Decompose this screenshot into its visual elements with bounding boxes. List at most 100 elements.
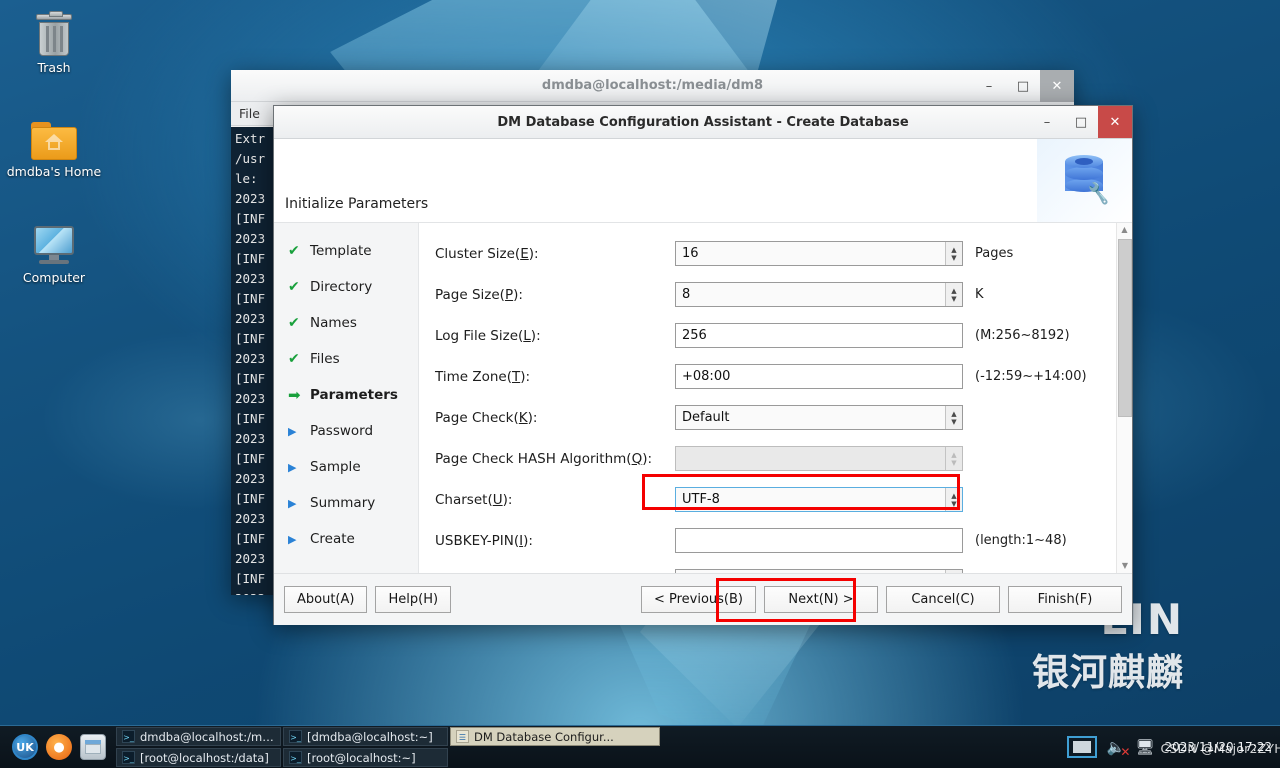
charset-input[interactable] <box>675 487 963 512</box>
terminal-minimize-button[interactable]: – <box>972 70 1006 102</box>
dca-title: DM Database Configuration Assistant - Cr… <box>497 114 909 130</box>
step-label: Create <box>310 531 355 547</box>
terminal-title: dmdba@localhost:/media/dm8 <box>541 78 764 93</box>
charset-control[interactable]: ▲▼ <box>675 487 963 512</box>
computer-icon <box>32 226 76 266</box>
parameters-form: Cluster Size(E): ▲▼ Pages Page Size(P): … <box>419 223 1132 573</box>
terminal-menu-file[interactable]: File <box>239 106 260 121</box>
terminal-close-button[interactable]: ✕ <box>1040 70 1074 102</box>
task-button[interactable]: >_ [root@localhost:~] <box>283 748 448 767</box>
previous-button[interactable]: < Previous(B) <box>640 586 756 613</box>
field-label: Charset(U): <box>435 491 513 508</box>
step-parameters[interactable]: ➡ Parameters <box>288 377 418 413</box>
desktop-icon-computer[interactable]: Computer <box>0 226 108 285</box>
step-label: Parameters <box>310 387 398 403</box>
desktop-icon-trash[interactable]: Trash <box>0 11 108 75</box>
step-label: Names <box>310 315 357 331</box>
usbkey-pin-control[interactable] <box>675 528 963 553</box>
workspace-pager[interactable] <box>1066 736 1097 758</box>
dca-window-buttons: – □ ✕ <box>1030 106 1132 138</box>
terminal-titlebar[interactable]: dmdba@localhost:/media/dm8 – □ ✕ <box>231 70 1074 102</box>
scroll-down-icon[interactable]: ▼ <box>1117 559 1132 573</box>
step-files[interactable]: ✔ Files <box>288 341 418 377</box>
step-password[interactable]: ▶ Password <box>288 413 418 449</box>
firefox-icon[interactable]: ● <box>46 734 72 760</box>
cancel-button[interactable]: Cancel(C) <box>886 586 1000 613</box>
network-icon[interactable]: 🖥 <box>1135 738 1154 756</box>
terminal-icon: >_ <box>122 751 135 764</box>
desktop-icon-home[interactable]: dmdba's Home <box>0 122 108 179</box>
dca-close-button[interactable]: ✕ <box>1098 106 1132 138</box>
terminal-icon: >_ <box>289 751 302 764</box>
step-label: Password <box>310 423 374 439</box>
step-check-icon: ✔ <box>288 351 300 367</box>
kylin-start-icon[interactable]: UK <box>12 734 38 760</box>
dca-minimize-button[interactable]: – <box>1030 106 1064 138</box>
time-zone-input[interactable] <box>675 364 963 389</box>
form-scrollbar[interactable]: ▲ ▼ <box>1116 223 1132 573</box>
scrollbar-thumb[interactable] <box>1118 239 1132 417</box>
dca-maximize-button[interactable]: □ <box>1064 106 1098 138</box>
step-summary[interactable]: ▶ Summary <box>288 485 418 521</box>
scroll-up-icon[interactable]: ▲ <box>1117 223 1132 237</box>
task-button-active[interactable]: ☰ DM Database Configur... <box>450 727 660 746</box>
step-label: Summary <box>310 495 376 511</box>
cluster-size-input[interactable] <box>675 241 963 266</box>
step-template[interactable]: ✔ Template <box>288 233 418 269</box>
taskbar: UK ● >_ dmdba@localhost:/me... >_ [root@… <box>0 725 1280 768</box>
field-label: Cluster Size(E): <box>435 245 539 262</box>
field-row-usbkey-pin: USBKEY-PIN(I): (length:1~48) <box>419 520 1132 561</box>
volume-muted-icon[interactable]: 🔈 ✕ <box>1107 738 1131 759</box>
time-zone-control[interactable] <box>675 364 963 389</box>
taskbar-clock[interactable]: 2023/11/20 17:22 CSDN @Major2ZYH <box>1160 740 1280 756</box>
about-button[interactable]: About(A) <box>284 586 368 613</box>
file-manager-icon[interactable] <box>80 734 106 760</box>
terminal-maximize-button[interactable]: □ <box>1006 70 1040 102</box>
field-row-page-size: Page Size(P): ▲▼ K <box>419 274 1132 315</box>
step-names[interactable]: ✔ Names <box>288 305 418 341</box>
step-label: Directory <box>310 279 373 295</box>
step-arrow-icon: ➡ <box>288 386 301 404</box>
step-sample[interactable]: ▶ Sample <box>288 449 418 485</box>
page-size-input[interactable] <box>675 282 963 307</box>
spinner-arrows-icon[interactable]: ▲▼ <box>945 406 962 429</box>
step-triangle-icon: ▶ <box>288 424 297 438</box>
taskbar-launchers: UK ● <box>0 734 116 760</box>
field-unit: K <box>975 287 984 302</box>
field-row-page-check-hash: Page Check HASH Algorithm(Q): ▲ ▼ <box>419 438 1132 479</box>
spinner-arrows-icon[interactable]: ▲▼ <box>945 283 962 306</box>
csdn-watermark: CSDN @Major2ZYH <box>1160 741 1280 756</box>
task-group-3: ☰ DM Database Configur... <box>450 727 660 767</box>
system-tray: 🔈 ✕ 🖥 2023/11/20 17:22 CSDN @Major2ZYH <box>1066 736 1280 759</box>
step-directory[interactable]: ✔ Directory <box>288 269 418 305</box>
page-size-control[interactable]: ▲▼ <box>675 282 963 307</box>
cluster-size-control[interactable]: ▲▼ <box>675 241 963 266</box>
task-button[interactable]: >_ [root@localhost:/data] <box>116 748 281 767</box>
next-button[interactable]: Next(N) > <box>764 586 878 613</box>
dca-body: ✔ Template ✔ Directory ✔ Names ✔ Files ➡ Para… <box>274 223 1132 573</box>
dca-titlebar[interactable]: DM Database Configuration Assistant - Cr… <box>274 106 1132 139</box>
spinner-arrows-icon[interactable]: ▲▼ <box>945 488 962 511</box>
log-file-size-control[interactable] <box>675 323 963 348</box>
task-button[interactable]: >_ dmdba@localhost:/me... <box>116 727 281 746</box>
step-label: Files <box>310 351 340 367</box>
field-row-log-file-size: Log File Size(L): (M:256~8192) <box>419 315 1132 356</box>
task-label: [root@localhost:~] <box>307 750 416 765</box>
page-check-control[interactable]: ▲▼ <box>675 405 963 430</box>
spinner-arrows-icon[interactable]: ▲▼ <box>945 242 962 265</box>
field-row-page-slice-size: Page Slice Size(W): ▲▼ B <box>419 561 1132 573</box>
finish-button[interactable]: Finish(F) <box>1008 586 1122 613</box>
usbkey-pin-input[interactable] <box>675 528 963 553</box>
database-wrench-icon: 🔧 <box>1049 155 1112 207</box>
task-button[interactable]: >_ [dmdba@localhost:~] <box>283 727 448 746</box>
step-create[interactable]: ▶ Create <box>288 521 418 557</box>
step-label: Template <box>310 243 372 259</box>
help-button[interactable]: Help(H) <box>375 586 452 613</box>
field-row-charset: Charset(U): ▲▼ <box>419 479 1132 520</box>
step-triangle-icon: ▶ <box>288 532 297 546</box>
page-check-input[interactable] <box>675 405 963 430</box>
dca-dialog[interactable]: DM Database Configuration Assistant - Cr… <box>273 105 1133 625</box>
log-file-size-input[interactable] <box>675 323 963 348</box>
dca-banner: Initialize Parameters 🔧 <box>274 139 1132 223</box>
trash-icon <box>35 11 73 56</box>
